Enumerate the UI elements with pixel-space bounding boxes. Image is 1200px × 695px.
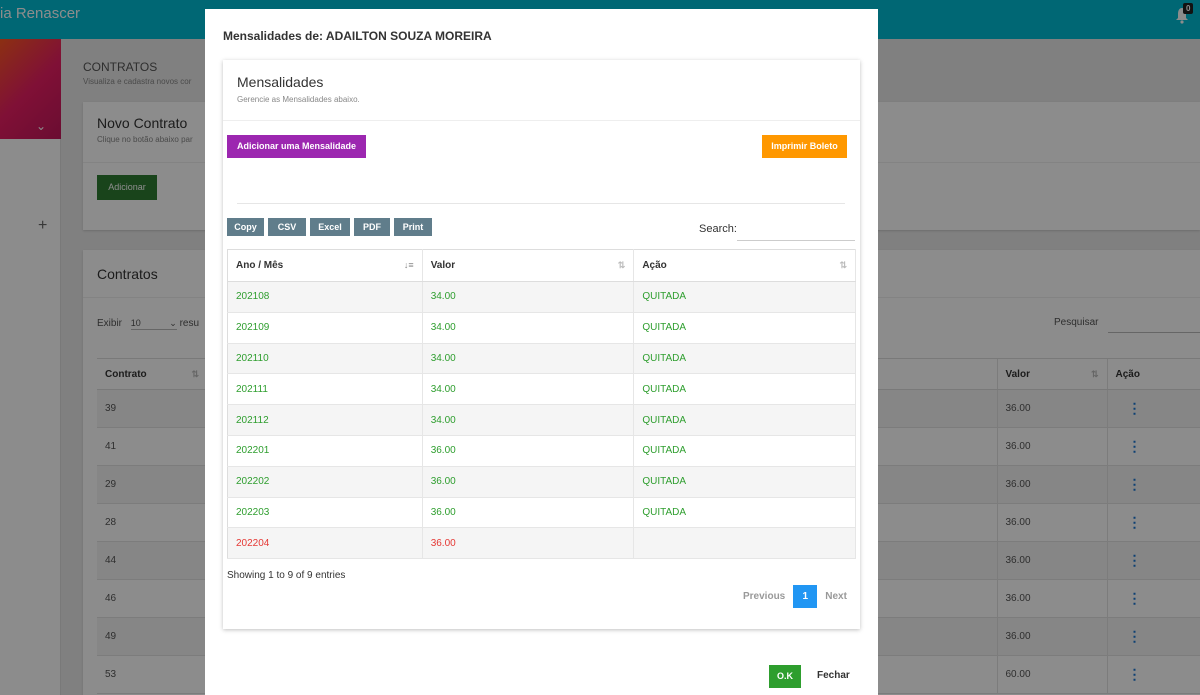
copy-button[interactable]: Copy: [227, 218, 264, 236]
divider: [237, 203, 845, 204]
pdf-button[interactable]: PDF: [354, 218, 390, 236]
status-quitada: QUITADA: [633, 435, 856, 467]
fechar-button[interactable]: Fechar: [817, 670, 850, 681]
table-row: 202110 34.00 QUITADA: [227, 343, 856, 375]
mensalidades-table: Ano / Mês ↓≡ Valor ⇅ Ação ⇅ 202108 34.00 QUIT…: [227, 249, 856, 560]
card-subtitle: Gerencie as Mensalidades abaixo.: [237, 95, 360, 104]
excel-button[interactable]: Excel: [310, 218, 350, 236]
modal-title: Mensalidades de: ADAILTON SOUZA MOREIRA: [223, 29, 492, 43]
ok-button[interactable]: O.K: [769, 665, 801, 688]
status-quitada: QUITADA: [633, 281, 856, 313]
status-quitada: QUITADA: [633, 343, 856, 375]
csv-button[interactable]: CSV: [268, 218, 306, 236]
table-row: 202202 36.00 QUITADA: [227, 466, 856, 498]
mensalidades-modal: Mensalidades de: ADAILTON SOUZA MOREIRA …: [205, 9, 878, 695]
search-input[interactable]: [737, 221, 855, 241]
table-row: 202108 34.00 QUITADA: [227, 281, 856, 313]
page-1-button[interactable]: 1: [793, 585, 818, 608]
card-title: Mensalidades: [237, 74, 324, 90]
next-page-button[interactable]: Next: [825, 591, 847, 602]
column-header-valor[interactable]: Valor ⇅: [422, 249, 635, 282]
table-info: Showing 1 to 9 of 9 entries: [227, 570, 346, 581]
column-header-acao[interactable]: Ação ⇅: [633, 249, 856, 282]
export-buttons: Copy CSV Excel PDF Print: [227, 218, 436, 236]
pagination: Previous 1 Next: [743, 585, 847, 608]
status-quitada: QUITADA: [633, 466, 856, 498]
status-quitada: QUITADA: [633, 404, 856, 436]
table-row: 202201 36.00 QUITADA: [227, 435, 856, 467]
column-header-ano-mes[interactable]: Ano / Mês ↓≡: [227, 249, 423, 282]
table-row: 202111 34.00 QUITADA: [227, 373, 856, 406]
table-row: 202204 36.00: [227, 527, 856, 560]
sort-icon: ⇅: [839, 260, 847, 270]
search-label: Search:: [699, 223, 737, 235]
table-row: 202112 34.00 QUITADA: [227, 404, 856, 436]
divider: [223, 120, 860, 121]
print-button[interactable]: Print: [394, 218, 432, 236]
status-quitada: QUITADA: [633, 373, 856, 406]
table-row: 202109 34.00 QUITADA: [227, 312, 856, 344]
sort-icon: ⇅: [617, 260, 626, 270]
add-mensalidade-button[interactable]: Adicionar uma Mensalidade: [227, 135, 366, 158]
status-quitada: QUITADA: [633, 497, 856, 529]
table-row: 202203 36.00 QUITADA: [227, 497, 856, 529]
imprimir-boleto-button[interactable]: Imprimir Boleto: [762, 135, 847, 158]
status-quitada: QUITADA: [633, 312, 856, 344]
previous-page-button[interactable]: Previous: [743, 591, 785, 602]
sort-desc-icon: ↓≡: [403, 260, 414, 270]
mensalidades-card: Mensalidades Gerencie as Mensalidades ab…: [223, 60, 860, 629]
